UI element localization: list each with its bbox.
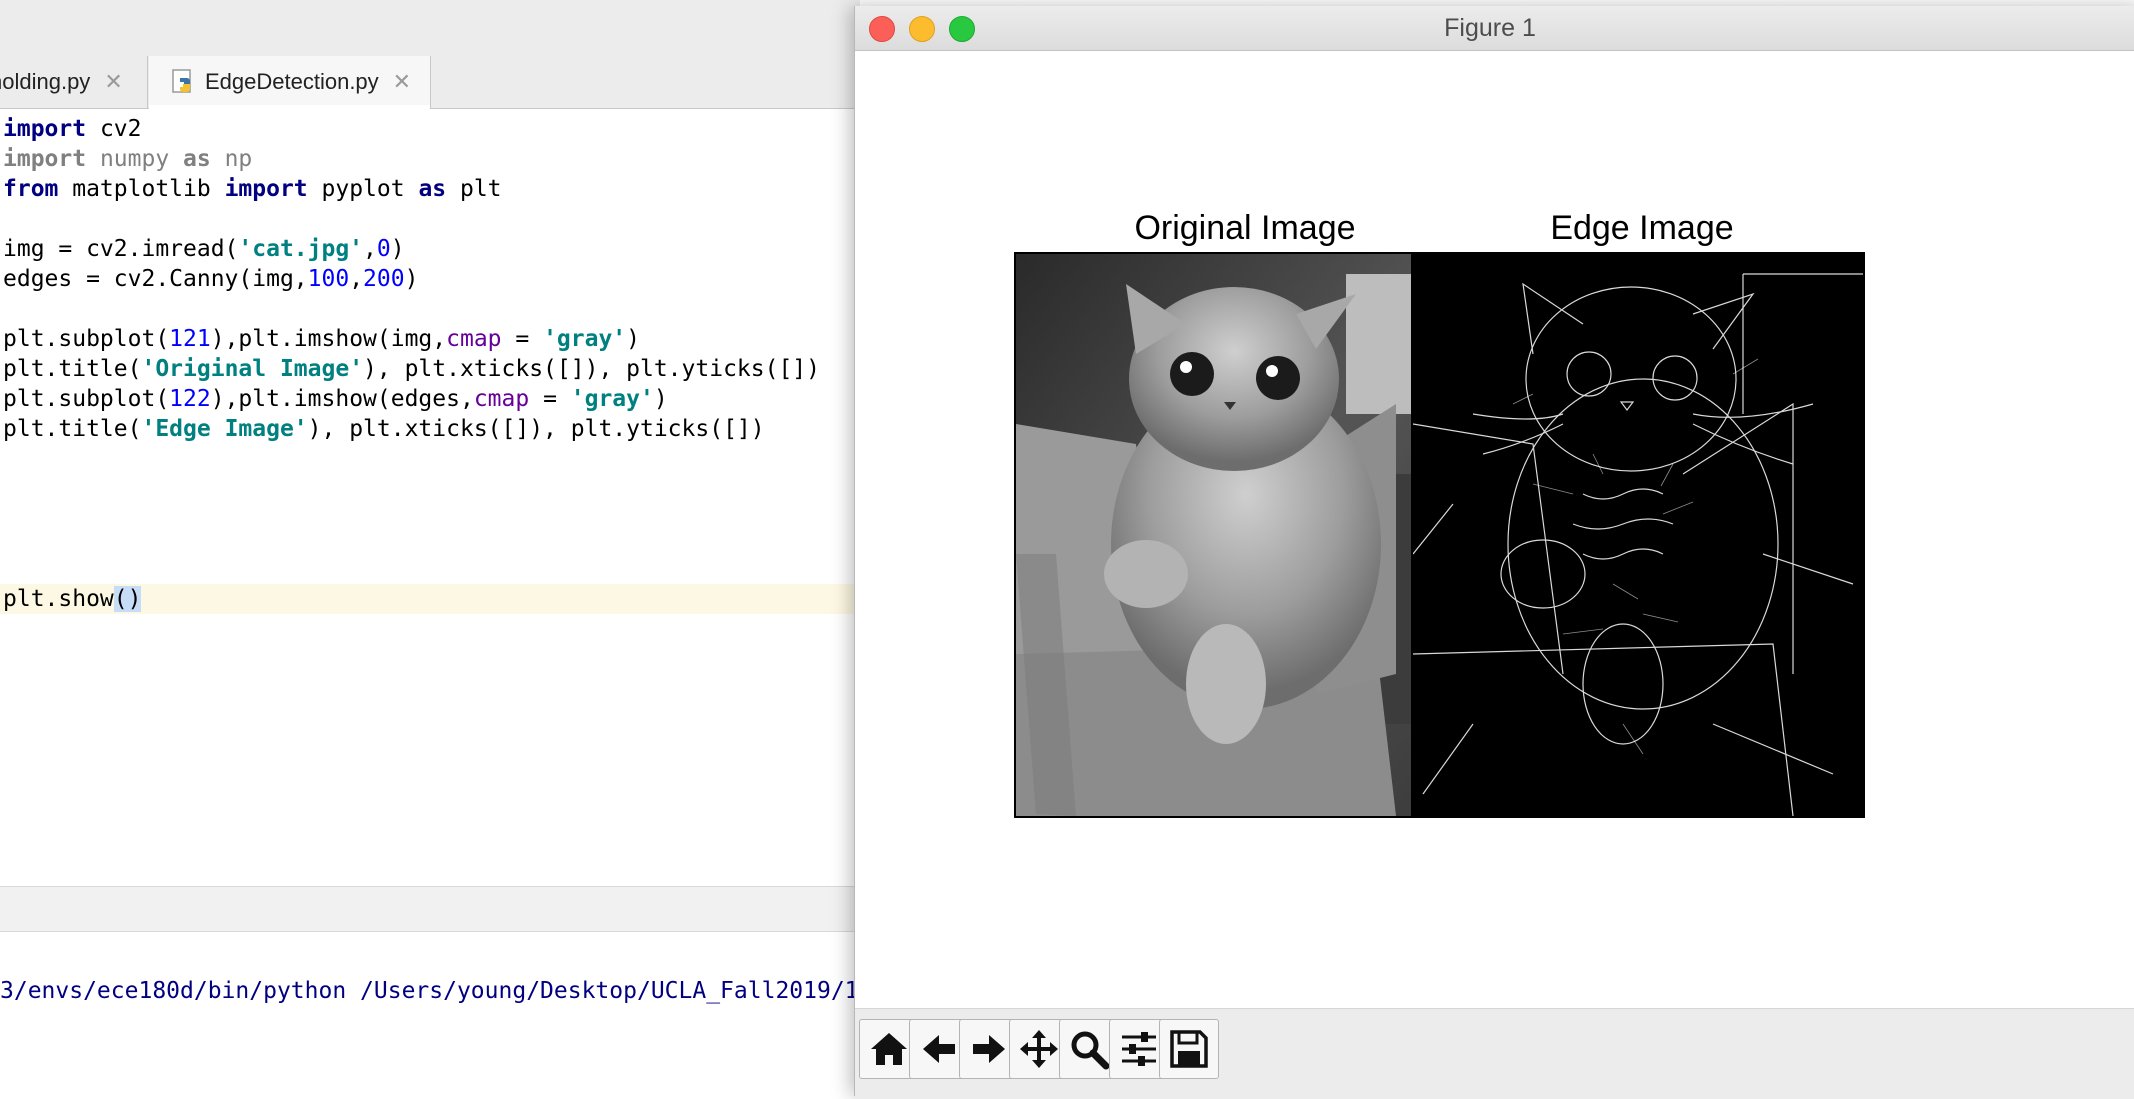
forward-arrow-icon xyxy=(973,1035,1005,1063)
code-editor[interactable]: import cv2 import numpy as np from matpl… xyxy=(0,112,860,872)
ide-toolbar-area xyxy=(0,0,860,57)
figure-window: Figure 1 Original Image Edge Image xyxy=(854,6,2134,1099)
python-file-icon xyxy=(172,69,191,93)
tab-label: holding.py xyxy=(0,69,91,94)
save-figure-button[interactable] xyxy=(1159,1019,1219,1079)
original-image-title: Original Image xyxy=(1134,209,1356,247)
tab-close-icon[interactable]: ✕ xyxy=(104,69,122,95)
ide-window: holding.py ✕ EdgeDetection.py ✕ import c… xyxy=(0,0,860,1082)
code-line-8: plt.subplot(121),plt.imshow(img,cmap = '… xyxy=(3,326,641,352)
original-image xyxy=(1014,252,1468,818)
editor-tab-bar: holding.py ✕ EdgeDetection.py ✕ xyxy=(0,56,860,109)
code-line-3: from matplotlib import pyplot as plt xyxy=(3,176,502,202)
matplotlib-toolbar xyxy=(855,1008,2134,1099)
pan-move-icon xyxy=(1020,1030,1058,1068)
tab-holding-py[interactable]: holding.py ✕ xyxy=(0,56,148,108)
code-line-9: plt.title('Original Image'), plt.xticks(… xyxy=(3,356,821,382)
save-floppy-icon xyxy=(1170,1030,1208,1068)
edge-image xyxy=(1411,252,1865,818)
run-console-output: 3/envs/ece180d/bin/python /Users/young/D… xyxy=(0,978,859,1004)
tab-edgedetection-py[interactable]: EdgeDetection.py ✕ xyxy=(149,56,431,109)
code-line-13: plt.show() xyxy=(3,586,142,612)
cat-edge-map xyxy=(1413,273,1863,816)
code-line-6: edges = cv2.Canny(img,100,200) xyxy=(3,266,419,292)
code-line-1: import cv2 xyxy=(3,116,142,142)
window-title: Figure 1 xyxy=(1444,14,1536,42)
edge-image-title: Edge Image xyxy=(1550,209,1734,247)
code-line-10: plt.subplot(122),plt.imshow(edges,cmap =… xyxy=(3,386,668,412)
home-icon xyxy=(871,1033,907,1065)
run-panel-header xyxy=(0,886,860,932)
tab-close-icon[interactable]: ✕ xyxy=(393,69,411,95)
window-titlebar[interactable]: Figure 1 xyxy=(855,6,2134,51)
code-line-11: plt.title('Edge Image'), plt.xticks([]),… xyxy=(3,416,765,442)
code-line-2: import numpy as np xyxy=(3,146,253,172)
tab-label: EdgeDetection.py xyxy=(205,69,379,94)
cat-photo-grayscale xyxy=(1016,254,1466,816)
zoom-magnifier-icon xyxy=(1071,1031,1110,1070)
back-arrow-icon xyxy=(923,1035,955,1063)
configure-subplots-icon xyxy=(1122,1032,1156,1066)
code-line-5: img = cv2.imread('cat.jpg',0) xyxy=(3,236,405,262)
